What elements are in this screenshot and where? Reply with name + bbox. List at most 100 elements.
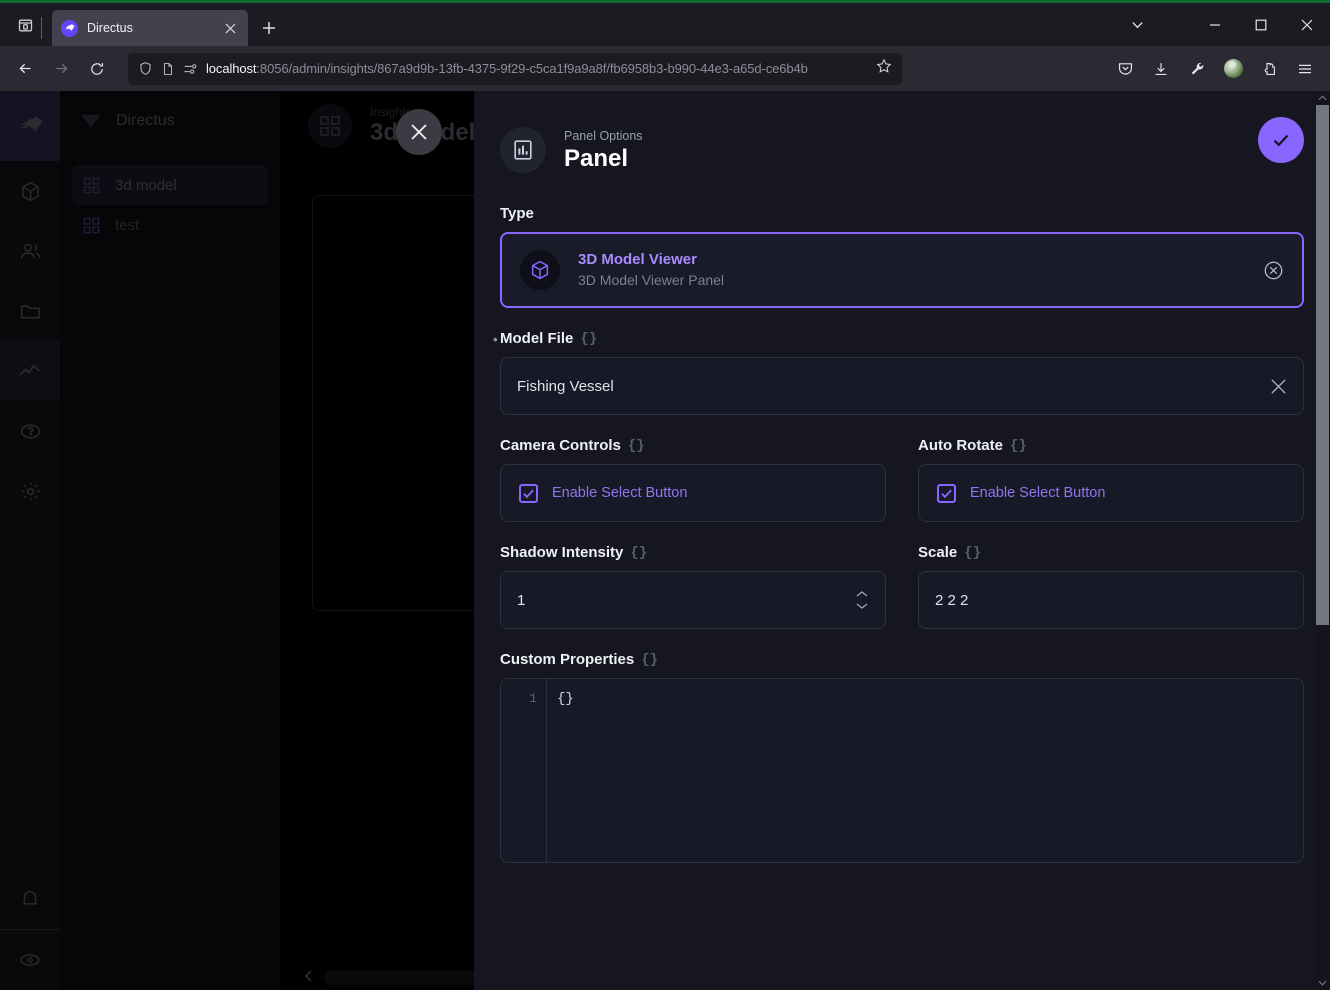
nav-item-test[interactable]: test (72, 205, 268, 245)
custom-properties-label-text: Custom Properties (500, 651, 635, 668)
download-icon[interactable] (1144, 53, 1178, 85)
drawer-superlabel: Panel Options (564, 128, 643, 143)
auto-rotate-checkbox-row[interactable]: Enable Select Button (918, 464, 1304, 522)
save-button[interactable] (1258, 117, 1304, 163)
new-tab-button[interactable] (254, 13, 284, 43)
dashboard-list: 3d model test (60, 151, 280, 245)
hamburger-menu-icon[interactable] (1288, 53, 1322, 85)
panel-type-texts: 3D Model Viewer 3D Model Viewer Panel (578, 250, 724, 290)
camera-controls-label-text: Camera Controls (500, 437, 621, 454)
wrench-icon[interactable] (1180, 53, 1214, 85)
directus-logo-icon[interactable] (0, 91, 60, 161)
scroll-up-icon[interactable] (1315, 91, 1330, 105)
shadow-intensity-label-text: Shadow Intensity (500, 544, 624, 561)
rail-item-files[interactable] (0, 281, 60, 341)
close-window-button[interactable] (1284, 3, 1330, 46)
url-path: :8056/admin/insights/867a9d9b-13fb-4375-… (256, 61, 808, 76)
rail-item-notifications[interactable] (0, 869, 60, 929)
raw-value-icon[interactable]: {} (641, 652, 658, 668)
checkbox-checked-icon[interactable] (937, 483, 956, 503)
raw-value-icon[interactable]: {} (964, 545, 981, 561)
rail-item-settings[interactable] (0, 461, 60, 521)
clear-model-file-icon[interactable] (1270, 378, 1287, 395)
back-arrow-icon[interactable] (8, 53, 42, 85)
dashboard-icon (308, 104, 352, 148)
checkbox-checked-icon[interactable] (519, 483, 538, 503)
page-icon (161, 62, 175, 76)
chevron-left-icon[interactable] (302, 969, 316, 988)
raw-value-icon[interactable]: {} (630, 545, 647, 561)
camera-controls-checkbox-label: Enable Select Button (552, 485, 688, 501)
toolbar-right-actions (1108, 53, 1322, 85)
shield-icon (138, 61, 153, 76)
tab-close-button[interactable] (222, 20, 239, 37)
rail-bottom-group (0, 869, 60, 990)
pocket-icon[interactable] (1108, 53, 1142, 85)
editor-code[interactable]: {} (547, 679, 1303, 862)
type-section: Type 3D Model Viewer 3D Model Viewer Pan… (500, 205, 1304, 308)
rail-item-docs[interactable] (0, 401, 60, 461)
close-panel-options-button[interactable] (396, 109, 442, 155)
browser-tab[interactable]: Directus (41, 10, 248, 46)
star-icon[interactable] (876, 58, 892, 79)
scale-field: Scale {} 2 2 2 (918, 544, 1304, 629)
reload-icon[interactable] (80, 53, 114, 85)
profile-avatar-icon[interactable] (1216, 53, 1250, 85)
module-rail (0, 91, 60, 990)
nav-item-label: 3d model (115, 176, 177, 194)
auto-rotate-label-text: Auto Rotate (918, 437, 1003, 454)
type-label: Type (500, 205, 1304, 222)
firefox-view-button[interactable] (8, 8, 42, 42)
auto-rotate-label: Auto Rotate {} (918, 437, 1304, 454)
numbers-row: Shadow Intensity {} 1 Scale {} 2 2 2 (500, 544, 1304, 629)
rail-item-account[interactable] (0, 930, 60, 990)
camera-controls-field: Camera Controls {} Enable Select Button (500, 437, 886, 522)
rail-item-users[interactable] (0, 221, 60, 281)
window-controls (1114, 3, 1330, 46)
auto-rotate-checkbox-label: Enable Select Button (970, 485, 1106, 501)
rail-item-content[interactable] (0, 161, 60, 221)
scale-label: Scale {} (918, 544, 1304, 561)
panel-type-description: 3D Model Viewer Panel (578, 272, 725, 288)
scrollbar-thumb[interactable] (1316, 105, 1329, 625)
shadow-intensity-input[interactable]: 1 (500, 571, 886, 629)
clear-type-icon[interactable] (1263, 260, 1284, 281)
list-all-tabs-button[interactable] (1114, 3, 1160, 46)
custom-properties-editor[interactable]: 1 {} (500, 678, 1304, 863)
scale-input[interactable]: 2 2 2 (918, 571, 1304, 629)
nav-item-3d-model[interactable]: 3d model (72, 165, 268, 205)
custom-properties-section: Custom Properties {} 1 {} (500, 651, 1304, 863)
required-indicator: • (493, 332, 498, 347)
custom-properties-label: Custom Properties {} (500, 651, 1304, 668)
permissions-icon[interactable] (183, 62, 198, 76)
navigation-toolbar: localhost:8056/admin/insights/867a9d9b-1… (0, 46, 1330, 91)
raw-value-icon[interactable]: {} (628, 438, 645, 454)
toggles-row: Camera Controls {} Enable Select Button (500, 437, 1304, 522)
stepper-up-icon (856, 591, 868, 597)
nav-item-label: test (115, 216, 140, 234)
drawer-titles: Panel Options Panel (564, 128, 643, 173)
tab-strip: Directus (0, 3, 1330, 46)
panel-type-card[interactable]: 3D Model Viewer 3D Model Viewer Panel (500, 232, 1304, 308)
drawer-scrollbar[interactable] (1315, 91, 1330, 990)
raw-value-icon[interactable]: {} (1010, 438, 1027, 454)
model-file-input[interactable]: Fishing Vessel (500, 357, 1304, 415)
minimize-button[interactable] (1192, 3, 1238, 46)
tab-title: Directus (87, 21, 133, 35)
scale-value: 2 2 2 (935, 591, 969, 609)
raw-value-icon[interactable]: {} (580, 331, 597, 347)
camera-controls-checkbox-row[interactable]: Enable Select Button (500, 464, 886, 522)
url-text: localhost:8056/admin/insights/867a9d9b-1… (206, 61, 868, 76)
model-file-label-text: Model File (500, 330, 574, 347)
extensions-icon[interactable] (1252, 53, 1286, 85)
drawer-header: Panel Options Panel (500, 91, 1304, 183)
forward-arrow-icon[interactable] (44, 53, 78, 85)
maximize-button[interactable] (1238, 3, 1284, 46)
stepper-down-icon (856, 603, 868, 609)
number-stepper[interactable] (855, 590, 869, 610)
scroll-down-icon[interactable] (1315, 976, 1330, 990)
address-bar[interactable]: localhost:8056/admin/insights/867a9d9b-1… (128, 52, 902, 85)
rail-item-insights[interactable] (0, 341, 60, 401)
scale-label-text: Scale (918, 544, 958, 561)
browser-window: Directus localhost:8056/admin/insights/8… (0, 0, 1330, 990)
